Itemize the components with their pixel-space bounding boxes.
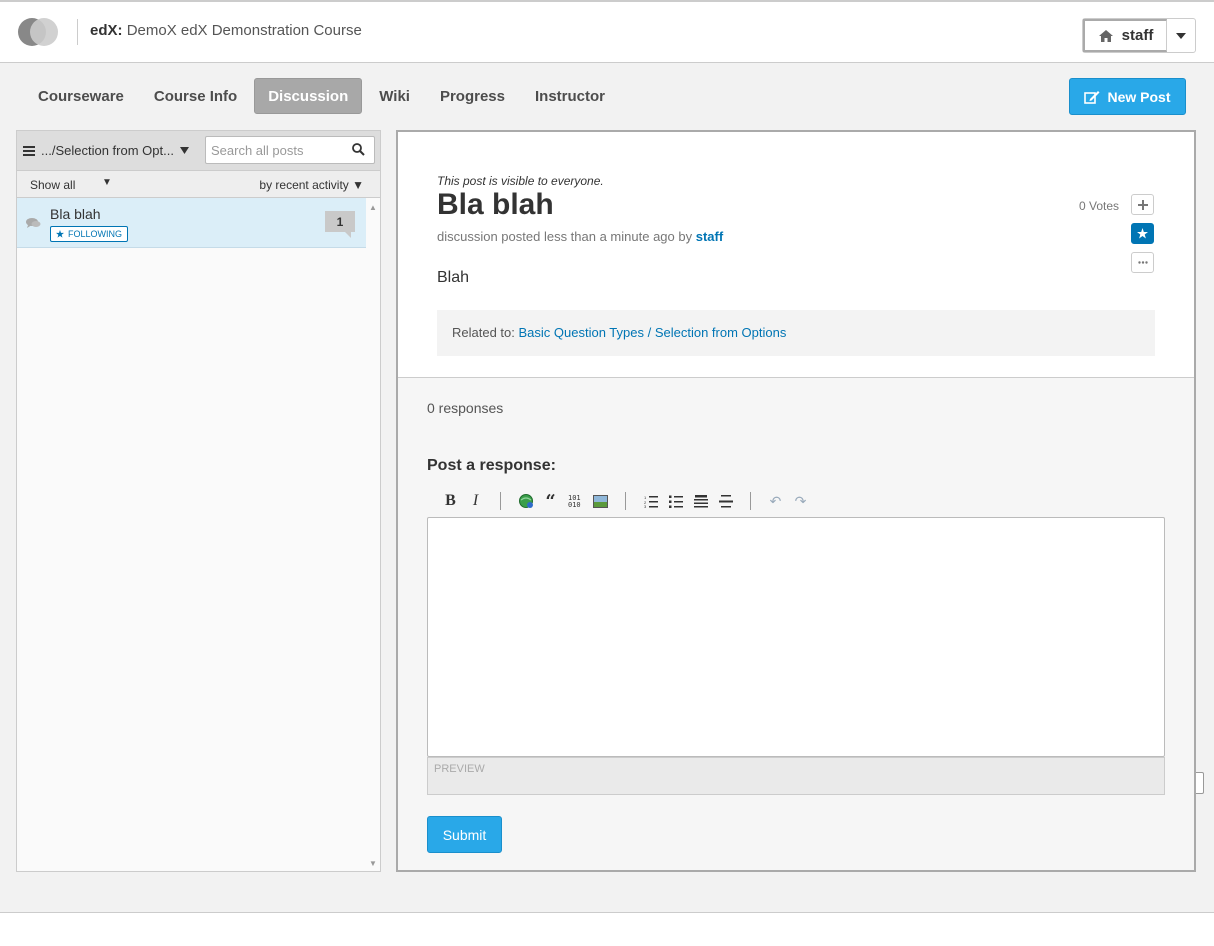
site-footer [0, 912, 1214, 946]
tab-discussion[interactable]: Discussion [254, 78, 363, 114]
scroll-up-arrow[interactable]: ▲ [369, 203, 377, 212]
numbered-list-icon: 123 [644, 495, 658, 508]
code-icon: 101010 [568, 494, 581, 508]
link-icon [518, 494, 533, 508]
caret-down-icon[interactable]: ▼ [102, 177, 112, 188]
post-body: Blah [437, 269, 470, 286]
response-editor[interactable] [427, 517, 1165, 757]
user-dashboard-button[interactable]: staff [1083, 19, 1167, 52]
follow-button[interactable] [1131, 223, 1154, 244]
new-post-button[interactable]: New Post [1069, 78, 1186, 115]
editor-toolbar: B I “ 101 010 123 ↶ ↷ [438, 491, 813, 512]
link-button[interactable] [513, 491, 538, 511]
toolbar-divider [750, 492, 751, 510]
username: staff [1121, 27, 1154, 44]
ellipsis-icon [1137, 261, 1148, 264]
bulleted-list-button[interactable] [663, 491, 688, 511]
site-header: edX: DemoX edX Demonstration Course staf… [0, 0, 1214, 63]
star-icon [1137, 228, 1148, 239]
code-button[interactable]: 101 010 [563, 491, 588, 511]
tab-instructor[interactable]: Instructor [522, 78, 618, 114]
redo-button[interactable]: ↷ [788, 491, 813, 511]
svg-text:3: 3 [644, 504, 647, 508]
heading-button[interactable] [688, 491, 713, 511]
search-placeholder: Search all posts [211, 143, 304, 158]
toolbar-divider [500, 492, 501, 510]
comments-icon [26, 218, 41, 228]
search-icon[interactable] [352, 143, 365, 156]
vote-button[interactable] [1131, 194, 1154, 215]
brand-label: edX: [90, 22, 123, 39]
star-icon [56, 230, 64, 238]
edit-icon [1084, 90, 1100, 104]
tab-wiki[interactable]: Wiki [366, 78, 423, 114]
svg-text:010: 010 [568, 501, 581, 508]
caret-down-icon [179, 147, 189, 154]
undo-button[interactable]: ↶ [763, 491, 788, 511]
home-icon [1098, 29, 1113, 42]
show-all-filter[interactable]: Show all [30, 178, 75, 192]
tab-progress[interactable]: Progress [427, 78, 518, 114]
submit-button[interactable]: Submit [427, 816, 502, 853]
responses-section: 0 responses Post a response: B I “ 101 01… [398, 378, 1194, 870]
post-title: Bla blah [437, 188, 554, 221]
course-tabs: Courseware Course Info Discussion Wiki P… [25, 78, 618, 114]
blockquote-button[interactable]: “ [538, 491, 563, 512]
scroll-down-arrow[interactable]: ▼ [369, 859, 377, 868]
vote-count: 0 Votes [1079, 199, 1120, 213]
post-visibility-note: This post is visible to everyone. [437, 174, 604, 188]
horizontal-rule-button[interactable] [713, 491, 738, 511]
post-content: This post is visible to everyone. Bla bl… [398, 132, 1194, 378]
post-author-link[interactable]: staff [696, 229, 723, 244]
thread-view: This post is visible to everyone. Bla bl… [396, 130, 1196, 872]
related-topic-link[interactable]: Basic Question Types / Selection from Op… [519, 325, 787, 340]
tab-course-info[interactable]: Course Info [141, 78, 250, 114]
search-input[interactable]: Search all posts [205, 136, 375, 164]
caret-down-icon [1176, 32, 1186, 39]
tab-courseware[interactable]: Courseware [25, 78, 137, 114]
bold-button[interactable]: B [438, 491, 463, 511]
response-count: 0 responses [427, 400, 504, 416]
comment-count-badge: 1 [325, 211, 355, 238]
post-meta: discussion posted less than a minute ago… [437, 229, 723, 244]
italic-button[interactable]: I [463, 491, 488, 511]
menu-icon [23, 145, 35, 156]
horizontal-rule-icon [718, 494, 733, 507]
course-title: edX: DemoX edX Demonstration Course [90, 22, 362, 39]
edx-logo[interactable] [18, 18, 60, 46]
topic-selector-label: .../Selection from Opt... [41, 143, 174, 158]
logo-circle-light [30, 18, 58, 46]
related-label: Related to: [452, 325, 515, 340]
response-preview: PREVIEW [427, 757, 1165, 795]
sort-label: by recent activity [259, 178, 349, 192]
sidebar-header: .../Selection from Opt... Search all pos… [17, 131, 380, 171]
post-meta-text: discussion posted less than a minute ago… [437, 229, 693, 244]
thread-title: Bla blah [50, 206, 101, 222]
more-actions-button[interactable] [1131, 252, 1154, 273]
image-button[interactable] [588, 491, 613, 511]
header-divider [77, 19, 78, 45]
post-response-heading: Post a response: [427, 457, 556, 474]
related-topic: Related to: Basic Question Types / Selec… [437, 310, 1155, 356]
following-label: FOLLOWING [68, 229, 123, 239]
topic-selector[interactable]: .../Selection from Opt... [23, 143, 189, 158]
plus-icon [1137, 199, 1148, 210]
sort-selector[interactable]: by recent activity ▼ [259, 178, 364, 192]
bulleted-list-icon [668, 495, 683, 508]
discussion-sidebar: .../Selection from Opt... Search all pos… [16, 130, 381, 872]
course-name: DemoX edX Demonstration Course [126, 22, 362, 39]
thread-list-item[interactable]: Bla blah FOLLOWING 1 [17, 198, 366, 248]
image-icon [593, 494, 608, 508]
user-menu-toggle[interactable] [1167, 19, 1195, 52]
feedback-tab[interactable] [1196, 772, 1204, 794]
heading-icon [693, 494, 708, 507]
filter-bar: Show all ▼ by recent activity ▼ [17, 171, 380, 198]
user-menu[interactable]: staff [1082, 18, 1196, 53]
preview-label: PREVIEW [434, 763, 485, 775]
numbered-list-button[interactable]: 123 [638, 491, 663, 511]
toolbar-divider [625, 492, 626, 510]
new-post-label: New Post [1107, 88, 1171, 105]
following-badge: FOLLOWING [50, 226, 129, 242]
